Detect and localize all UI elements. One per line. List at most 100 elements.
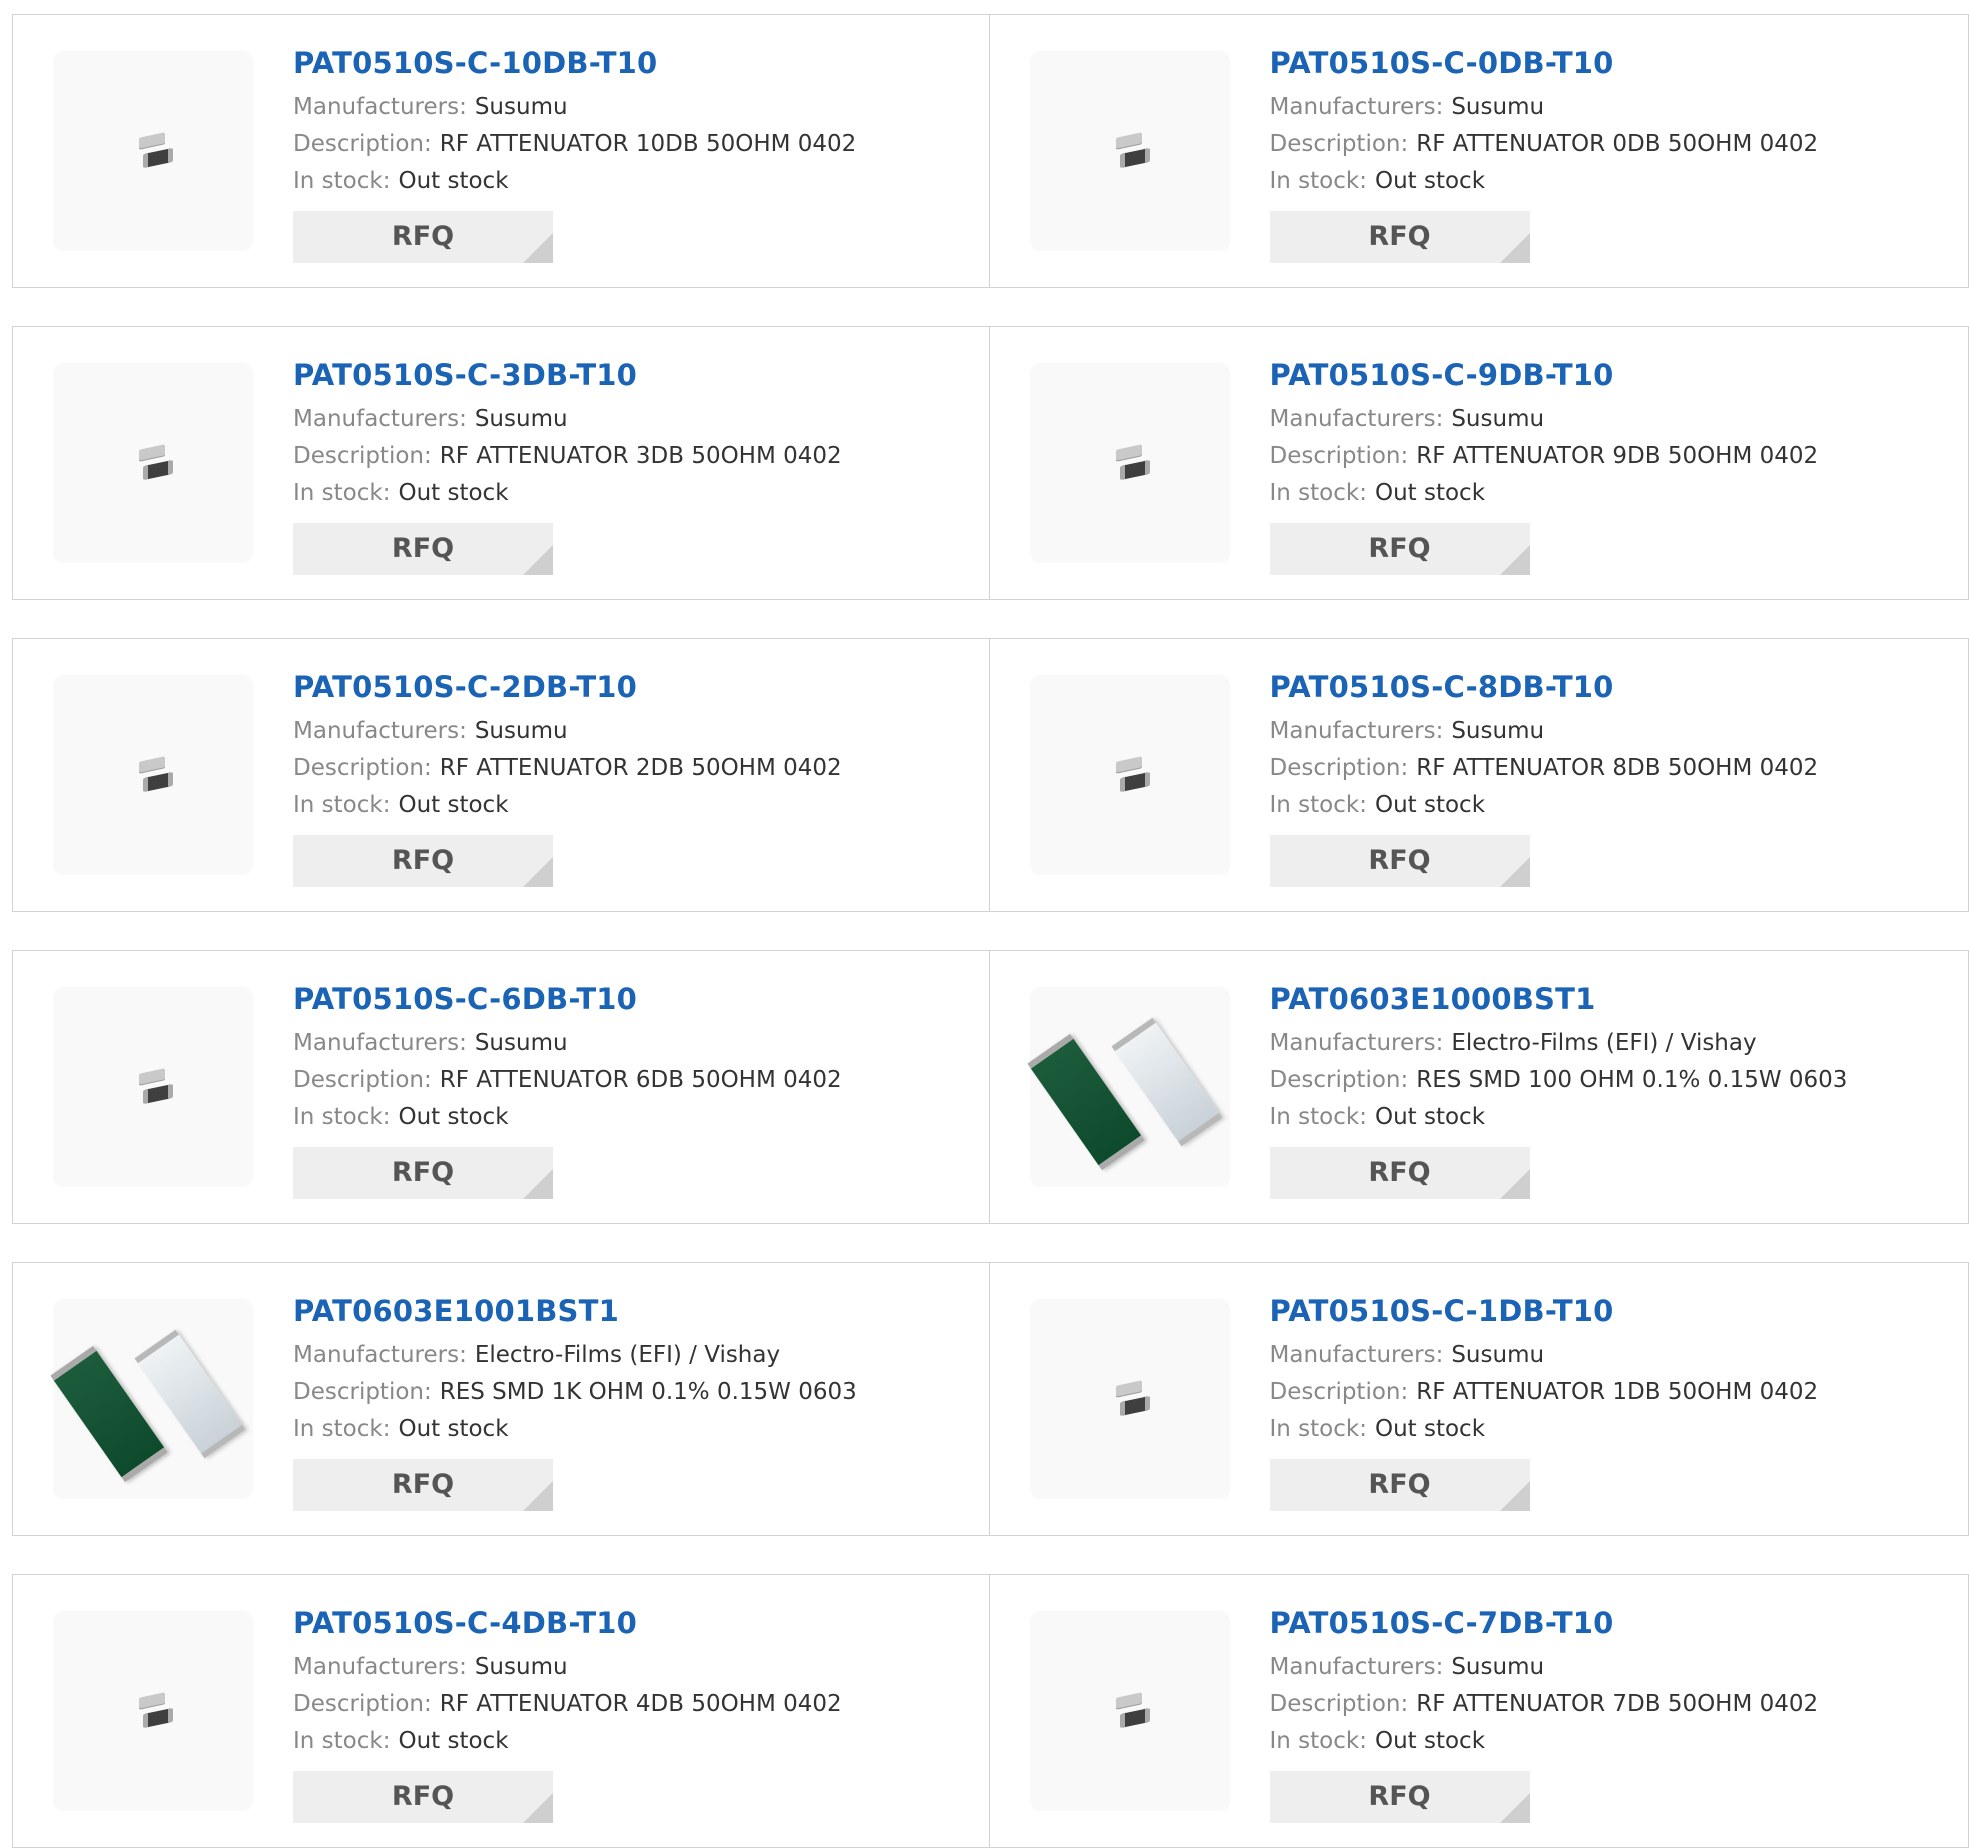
rfq-button[interactable]: RFQ [1270, 1771, 1530, 1823]
product-title-link[interactable]: PAT0510S-C-2DB-T10 [293, 667, 842, 707]
product-grid: PAT0510S-C-10DB-T10 Manufacturers: Susumu… [0, 0, 1969, 1840]
product-image[interactable] [1030, 1299, 1230, 1499]
corner-triangle-icon [523, 233, 553, 263]
thin-film-resistor-icon [53, 1299, 253, 1499]
product-title-link[interactable]: PAT0603E1000BST1 [1270, 979, 1848, 1019]
product-image[interactable] [53, 51, 253, 251]
product-card: PAT0510S-C-10DB-T10 Manufacturers: Susumu… [12, 14, 990, 288]
in-stock-label: In stock: [293, 1728, 390, 1754]
in-stock-label: In stock: [1270, 1728, 1367, 1754]
in-stock-label: In stock: [1270, 1104, 1367, 1130]
chip-attenuator-icon [137, 131, 177, 171]
product-title-link[interactable]: PAT0510S-C-4DB-T10 [293, 1603, 842, 1643]
manufacturers-label: Manufacturers: [293, 718, 467, 744]
description-label: Description: [293, 131, 432, 157]
in-stock-label: In stock: [1270, 168, 1367, 194]
product-title-link[interactable]: PAT0510S-C-0DB-T10 [1270, 43, 1819, 83]
chip-attenuator-icon [1114, 1379, 1154, 1419]
rfq-button[interactable]: RFQ [1270, 1147, 1530, 1199]
rfq-button[interactable]: RFQ [293, 1147, 553, 1199]
rfq-label: RFQ [1368, 845, 1430, 876]
description-value: RF ATTENUATOR 10DB 50OHM 0402 [440, 131, 857, 157]
product-image[interactable] [53, 987, 253, 1187]
rfq-button[interactable]: RFQ [1270, 835, 1530, 887]
description-label: Description: [1270, 443, 1409, 469]
corner-triangle-icon [523, 857, 553, 887]
rfq-button[interactable]: RFQ [1270, 1459, 1530, 1511]
product-title-link[interactable]: PAT0603E1001BST1 [293, 1291, 857, 1331]
rfq-button[interactable]: RFQ [293, 835, 553, 887]
rfq-button[interactable]: RFQ [293, 1771, 553, 1823]
manufacturer-value: Susumu [475, 94, 568, 120]
rfq-button[interactable]: RFQ [1270, 523, 1530, 575]
manufacturer-value: Electro-Films (EFI) / Vishay [475, 1342, 780, 1368]
manufacturers-label: Manufacturers: [293, 1030, 467, 1056]
stock-value: Out stock [398, 792, 508, 818]
product-card: PAT0603E1001BST1 Manufacturers:Electro-F… [12, 1262, 990, 1536]
description-value: RF ATTENUATOR 8DB 50OHM 0402 [1416, 755, 1818, 781]
manufacturers-label: Manufacturers: [1270, 1342, 1444, 1368]
description-label: Description: [1270, 755, 1409, 781]
product-card: PAT0510S-C-4DB-T10 Manufacturers:Susumu … [12, 1574, 990, 1848]
product-title-link[interactable]: PAT0510S-C-10DB-T10 [293, 43, 856, 83]
description-value: RF ATTENUATOR 2DB 50OHM 0402 [440, 755, 842, 781]
product-image[interactable] [1030, 1611, 1230, 1811]
stock-value: Out stock [398, 1104, 508, 1130]
product-image[interactable] [53, 1611, 253, 1811]
manufacturers-label: Manufacturers: [293, 94, 467, 120]
product-image[interactable] [53, 1299, 253, 1499]
rfq-label: RFQ [1368, 533, 1430, 564]
corner-triangle-icon [523, 545, 553, 575]
corner-triangle-icon [523, 1481, 553, 1511]
rfq-label: RFQ [392, 845, 454, 876]
chip-attenuator-icon [1114, 131, 1154, 171]
product-title-link[interactable]: PAT0510S-C-9DB-T10 [1270, 355, 1819, 395]
rfq-button[interactable]: RFQ [293, 523, 553, 575]
rfq-label: RFQ [392, 1157, 454, 1188]
product-title-link[interactable]: PAT0510S-C-1DB-T10 [1270, 1291, 1819, 1331]
product-row: PAT0510S-C-6DB-T10 Manufacturers:Susumu … [12, 950, 1969, 1224]
stock-value: Out stock [1375, 168, 1485, 194]
product-image[interactable] [53, 363, 253, 563]
stock-value: Out stock [398, 1416, 508, 1442]
chip-attenuator-icon [137, 443, 177, 483]
stock-value: Out stock [1375, 1728, 1485, 1754]
manufacturer-value: Susumu [475, 406, 568, 432]
manufacturers-label: Manufacturers: [293, 1654, 467, 1680]
manufacturer-value: Susumu [1451, 94, 1544, 120]
product-image[interactable] [53, 675, 253, 875]
thin-film-resistor-icon [1030, 987, 1230, 1187]
manufacturer-value: Electro-Films (EFI) / Vishay [1451, 1030, 1756, 1056]
rfq-label: RFQ [1368, 221, 1430, 252]
product-row: PAT0510S-C-4DB-T10 Manufacturers:Susumu … [12, 1574, 1969, 1848]
product-image[interactable] [1030, 675, 1230, 875]
manufacturer-value: Susumu [475, 718, 568, 744]
manufacturer-value: Susumu [1451, 1342, 1544, 1368]
description-value: RF ATTENUATOR 1DB 50OHM 0402 [1416, 1379, 1818, 1405]
product-card: PAT0510S-C-6DB-T10 Manufacturers:Susumu … [12, 950, 990, 1224]
description-value: RF ATTENUATOR 9DB 50OHM 0402 [1416, 443, 1818, 469]
stock-value: Out stock [398, 1728, 508, 1754]
rfq-button[interactable]: RFQ [1270, 211, 1530, 263]
description-label: Description: [293, 755, 432, 781]
product-card: PAT0510S-C-1DB-T10 Manufacturers:Susumu … [990, 1262, 1969, 1536]
manufacturers-label: Manufacturers: [1270, 94, 1444, 120]
product-title-link[interactable]: PAT0510S-C-6DB-T10 [293, 979, 842, 1019]
manufacturers-label: Manufacturers: [1270, 1654, 1444, 1680]
product-title-link[interactable]: PAT0510S-C-3DB-T10 [293, 355, 842, 395]
rfq-button[interactable]: RFQ [293, 211, 553, 263]
manufacturers-label: Manufacturers: [293, 406, 467, 432]
description-value: RF ATTENUATOR 0DB 50OHM 0402 [1416, 131, 1818, 157]
product-title-link[interactable]: PAT0510S-C-7DB-T10 [1270, 1603, 1819, 1643]
product-image[interactable] [1030, 51, 1230, 251]
corner-triangle-icon [1500, 233, 1530, 263]
description-value: RF ATTENUATOR 6DB 50OHM 0402 [440, 1067, 842, 1093]
product-title-link[interactable]: PAT0510S-C-8DB-T10 [1270, 667, 1819, 707]
rfq-button[interactable]: RFQ [293, 1459, 553, 1511]
product-row: PAT0510S-C-2DB-T10 Manufacturers:Susumu … [12, 638, 1969, 912]
corner-triangle-icon [1500, 1481, 1530, 1511]
chip-attenuator-icon [137, 1067, 177, 1107]
product-image[interactable] [1030, 987, 1230, 1187]
product-image[interactable] [1030, 363, 1230, 563]
manufacturer-value: Susumu [1451, 718, 1544, 744]
